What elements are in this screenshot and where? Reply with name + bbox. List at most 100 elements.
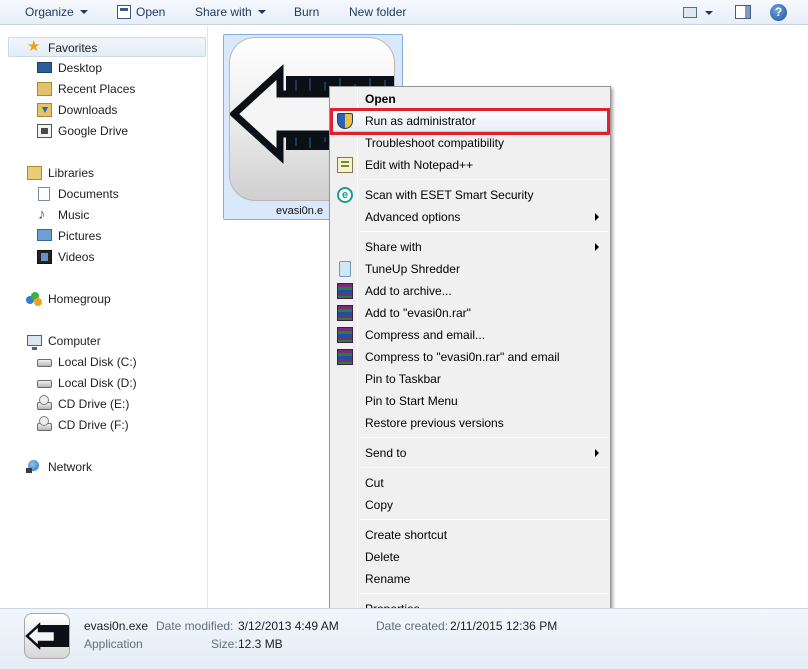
- shredder-icon: [339, 261, 351, 277]
- hard-disk-icon: [37, 359, 52, 367]
- winrar-icon: [337, 283, 353, 299]
- notepad-icon: [337, 157, 353, 173]
- menu-item-scan-eset[interactable]: e Scan with ESET Smart Security: [331, 184, 609, 206]
- menu-item-create-shortcut[interactable]: Create shortcut: [331, 524, 609, 546]
- menu-separator: [360, 179, 608, 180]
- menu-edit-notepad-label: Edit with Notepad++: [365, 158, 474, 172]
- details-date-created-value: 2/11/2015 12:36 PM: [450, 619, 558, 633]
- winrar-icon: [337, 327, 353, 343]
- menu-delete-label: Delete: [365, 550, 400, 564]
- google-drive-icon: [37, 124, 52, 138]
- nav-favorites[interactable]: ★ Favorites: [8, 37, 206, 57]
- menu-item-compress-rar-email[interactable]: Compress to "evasi0n.rar" and email: [331, 346, 609, 368]
- nav-homegroup-label: Homegroup: [48, 292, 111, 306]
- nav-network[interactable]: Network: [26, 457, 206, 477]
- menu-add-rar-label: Add to "evasi0n.rar": [365, 306, 471, 320]
- red-highlight-box: [330, 108, 610, 135]
- nav-cd-drive-e-label: CD Drive (E:): [58, 397, 130, 411]
- menu-item-rename[interactable]: Rename: [331, 568, 609, 590]
- burn-label: Burn: [294, 5, 320, 19]
- submenu-arrow-icon: [595, 213, 599, 221]
- nav-libraries[interactable]: Libraries: [26, 163, 206, 183]
- menu-tuneup-label: TuneUp Shredder: [365, 262, 460, 276]
- homegroup-icon: [26, 292, 42, 306]
- recent-places-icon: [37, 82, 52, 96]
- nav-documents[interactable]: Documents: [36, 184, 206, 204]
- menu-item-edit-notepad[interactable]: Edit with Notepad++: [331, 154, 609, 176]
- submenu-arrow-icon: [595, 449, 599, 457]
- command-bar: Organize Open Share with Burn New folder…: [0, 0, 808, 25]
- menu-item-pin-taskbar[interactable]: Pin to Taskbar: [331, 368, 609, 390]
- menu-item-add-to-archive[interactable]: Add to archive...: [331, 280, 609, 302]
- organize-label: Organize: [25, 5, 74, 19]
- open-button[interactable]: Open: [136, 4, 165, 21]
- menu-scan-eset-label: Scan with ESET Smart Security: [365, 188, 534, 202]
- evasi0n-thumbnail-icon: [24, 613, 70, 659]
- menu-compress-email-label: Compress and email...: [365, 328, 486, 342]
- help-icon[interactable]: ?: [770, 4, 787, 21]
- menu-item-copy[interactable]: Copy: [331, 494, 609, 516]
- menu-create-shortcut-label: Create shortcut: [365, 528, 448, 542]
- menu-copy-label: Copy: [365, 498, 394, 512]
- menu-item-tuneup-shredder[interactable]: TuneUp Shredder: [331, 258, 609, 280]
- nav-computer[interactable]: Computer: [26, 331, 206, 351]
- menu-rename-label: Rename: [365, 572, 411, 586]
- nav-homegroup[interactable]: Homegroup: [26, 289, 206, 309]
- view-options-chevron-icon[interactable]: [705, 11, 713, 15]
- menu-cut-label: Cut: [365, 476, 384, 490]
- details-date-modified-label: Date modified:: [156, 619, 234, 633]
- nav-local-disk-d[interactable]: Local Disk (D:): [36, 373, 206, 393]
- nav-google-drive[interactable]: Google Drive: [36, 121, 206, 141]
- details-date-created-label: Date created:: [376, 619, 449, 633]
- preview-pane-icon[interactable]: [735, 5, 751, 19]
- menu-item-troubleshoot[interactable]: Troubleshoot compatibility: [331, 132, 609, 154]
- nav-videos[interactable]: Videos: [36, 247, 206, 267]
- winrar-icon: [337, 349, 353, 365]
- menu-send-to-label: Send to: [365, 446, 407, 460]
- menu-item-open[interactable]: Open: [331, 88, 609, 110]
- menu-item-advanced-options[interactable]: Advanced options: [331, 206, 609, 228]
- documents-icon: [38, 187, 50, 201]
- menu-share-with-label: Share with: [365, 240, 422, 254]
- burn-button[interactable]: Burn: [294, 4, 319, 21]
- new-folder-button[interactable]: New folder: [349, 4, 406, 21]
- music-icon: ♪: [38, 206, 46, 223]
- nav-cd-drive-e[interactable]: CD Drive (E:): [36, 394, 206, 414]
- libraries-icon: [27, 166, 42, 180]
- share-with-label: Share with: [195, 5, 252, 19]
- menu-pin-start-label: Pin to Start Menu: [365, 394, 458, 408]
- menu-pin-taskbar-label: Pin to Taskbar: [365, 372, 441, 386]
- change-view-icon[interactable]: [683, 7, 697, 18]
- menu-item-share-with[interactable]: Share with: [331, 236, 609, 258]
- organize-button[interactable]: Organize: [25, 4, 88, 21]
- menu-item-add-to-rar[interactable]: Add to "evasi0n.rar": [331, 302, 609, 324]
- menu-item-pin-start[interactable]: Pin to Start Menu: [331, 390, 609, 412]
- share-with-button[interactable]: Share with: [195, 4, 266, 21]
- menu-item-cut[interactable]: Cut: [331, 472, 609, 494]
- nav-cd-drive-f[interactable]: CD Drive (F:): [36, 415, 206, 435]
- chevron-down-icon: [257, 10, 266, 14]
- nav-local-disk-c[interactable]: Local Disk (C:): [36, 352, 206, 372]
- eset-icon: e: [337, 187, 353, 203]
- menu-restore-label: Restore previous versions: [365, 416, 504, 430]
- menu-troubleshoot-label: Troubleshoot compatibility: [365, 136, 504, 150]
- nav-cd-drive-f-label: CD Drive (F:): [58, 418, 129, 432]
- nav-music[interactable]: ♪ Music: [36, 205, 206, 225]
- nav-recent-places-label: Recent Places: [58, 82, 136, 96]
- menu-advanced-label: Advanced options: [365, 210, 461, 224]
- nav-local-disk-c-label: Local Disk (C:): [58, 355, 137, 369]
- menu-item-send-to[interactable]: Send to: [331, 442, 609, 464]
- nav-downloads[interactable]: Downloads: [36, 100, 206, 120]
- menu-compress-rar-email-label: Compress to "evasi0n.rar" and email: [365, 350, 560, 364]
- nav-recent-places[interactable]: Recent Places: [36, 79, 206, 99]
- nav-desktop[interactable]: Desktop: [36, 58, 206, 78]
- desktop-icon: [37, 62, 52, 73]
- nav-pictures[interactable]: Pictures: [36, 226, 206, 246]
- downloads-icon: [37, 103, 52, 117]
- menu-item-delete[interactable]: Delete: [331, 546, 609, 568]
- nav-music-label: Music: [58, 208, 90, 222]
- menu-item-compress-email[interactable]: Compress and email...: [331, 324, 609, 346]
- nav-favorites-label: Favorites: [48, 41, 98, 55]
- menu-item-restore-versions[interactable]: Restore previous versions: [331, 412, 609, 434]
- nav-computer-label: Computer: [48, 334, 101, 348]
